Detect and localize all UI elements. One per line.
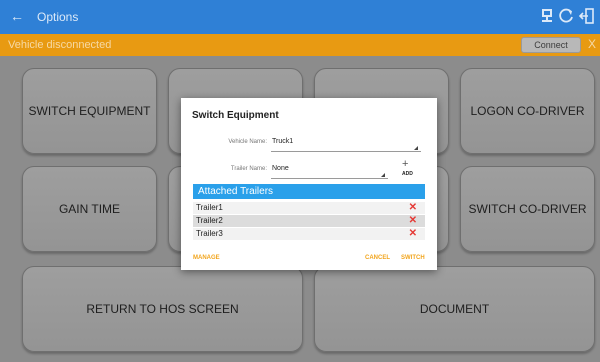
connection-status-bar: Vehicle disconnected Connect X	[0, 34, 600, 56]
return-to-hos-tile[interactable]: RETURN TO HOS SCREEN	[22, 266, 303, 352]
trailer-name-underline	[271, 178, 388, 179]
delete-icon[interactable]: ✕	[409, 228, 417, 240]
trailer-row: Trailer1 ✕	[193, 202, 425, 214]
close-status-button[interactable]: X	[588, 37, 596, 51]
add-icon[interactable]: +	[402, 158, 408, 170]
switch-co-driver-tile[interactable]: SWITCH CO-DRIVER	[460, 166, 595, 252]
vehicle-dropdown-icon[interactable]	[414, 146, 418, 150]
delete-icon[interactable]: ✕	[409, 215, 417, 227]
delete-icon[interactable]: ✕	[409, 202, 417, 214]
switch-equipment-tile[interactable]: SWITCH EQUIPMENT	[22, 68, 157, 154]
vehicle-name-label: Vehicle Name:	[228, 139, 267, 145]
back-arrow-icon[interactable]: ←	[10, 8, 24, 24]
options-screen: ← Options Vehicle disconnected Connect X…	[0, 0, 600, 362]
dialog-title: Switch Equipment	[192, 110, 279, 121]
refresh-icon[interactable]	[558, 7, 576, 25]
app-bar: ← Options	[0, 0, 600, 34]
trailer-name-label: Trailer Name:	[230, 166, 267, 172]
trailer-row: Trailer2 ✕	[193, 215, 425, 227]
attached-trailers-header: Attached Trailers	[193, 184, 425, 199]
cancel-button[interactable]: CANCEL	[365, 255, 390, 261]
switch-equipment-dialog: Switch Equipment Vehicle Name: Truck1 Tr…	[181, 98, 437, 270]
connect-button[interactable]: Connect	[521, 37, 581, 53]
add-trailer-button[interactable]: ADD	[402, 171, 413, 177]
document-tile[interactable]: DOCUMENT	[314, 266, 595, 352]
trailer-dropdown-icon[interactable]	[381, 173, 385, 177]
logout-icon[interactable]	[578, 7, 596, 25]
device-icon[interactable]	[538, 7, 556, 25]
trailer-name: Trailer2	[196, 216, 223, 225]
trailer-name-value[interactable]: None	[272, 165, 289, 172]
switch-button[interactable]: SWITCH	[401, 255, 425, 261]
page-title: Options	[37, 10, 79, 24]
trailer-name: Trailer1	[196, 203, 223, 212]
logon-co-driver-tile[interactable]: LOGON CO-DRIVER	[460, 68, 595, 154]
trailer-name: Trailer3	[196, 229, 223, 238]
vehicle-name-value: Truck1	[272, 138, 294, 145]
status-message: Vehicle disconnected	[8, 39, 112, 51]
vehicle-name-underline	[271, 151, 421, 152]
gain-time-tile[interactable]: GAIN TIME	[22, 166, 157, 252]
manage-button[interactable]: MANAGE	[193, 255, 220, 261]
trailer-row: Trailer3 ✕	[193, 228, 425, 240]
